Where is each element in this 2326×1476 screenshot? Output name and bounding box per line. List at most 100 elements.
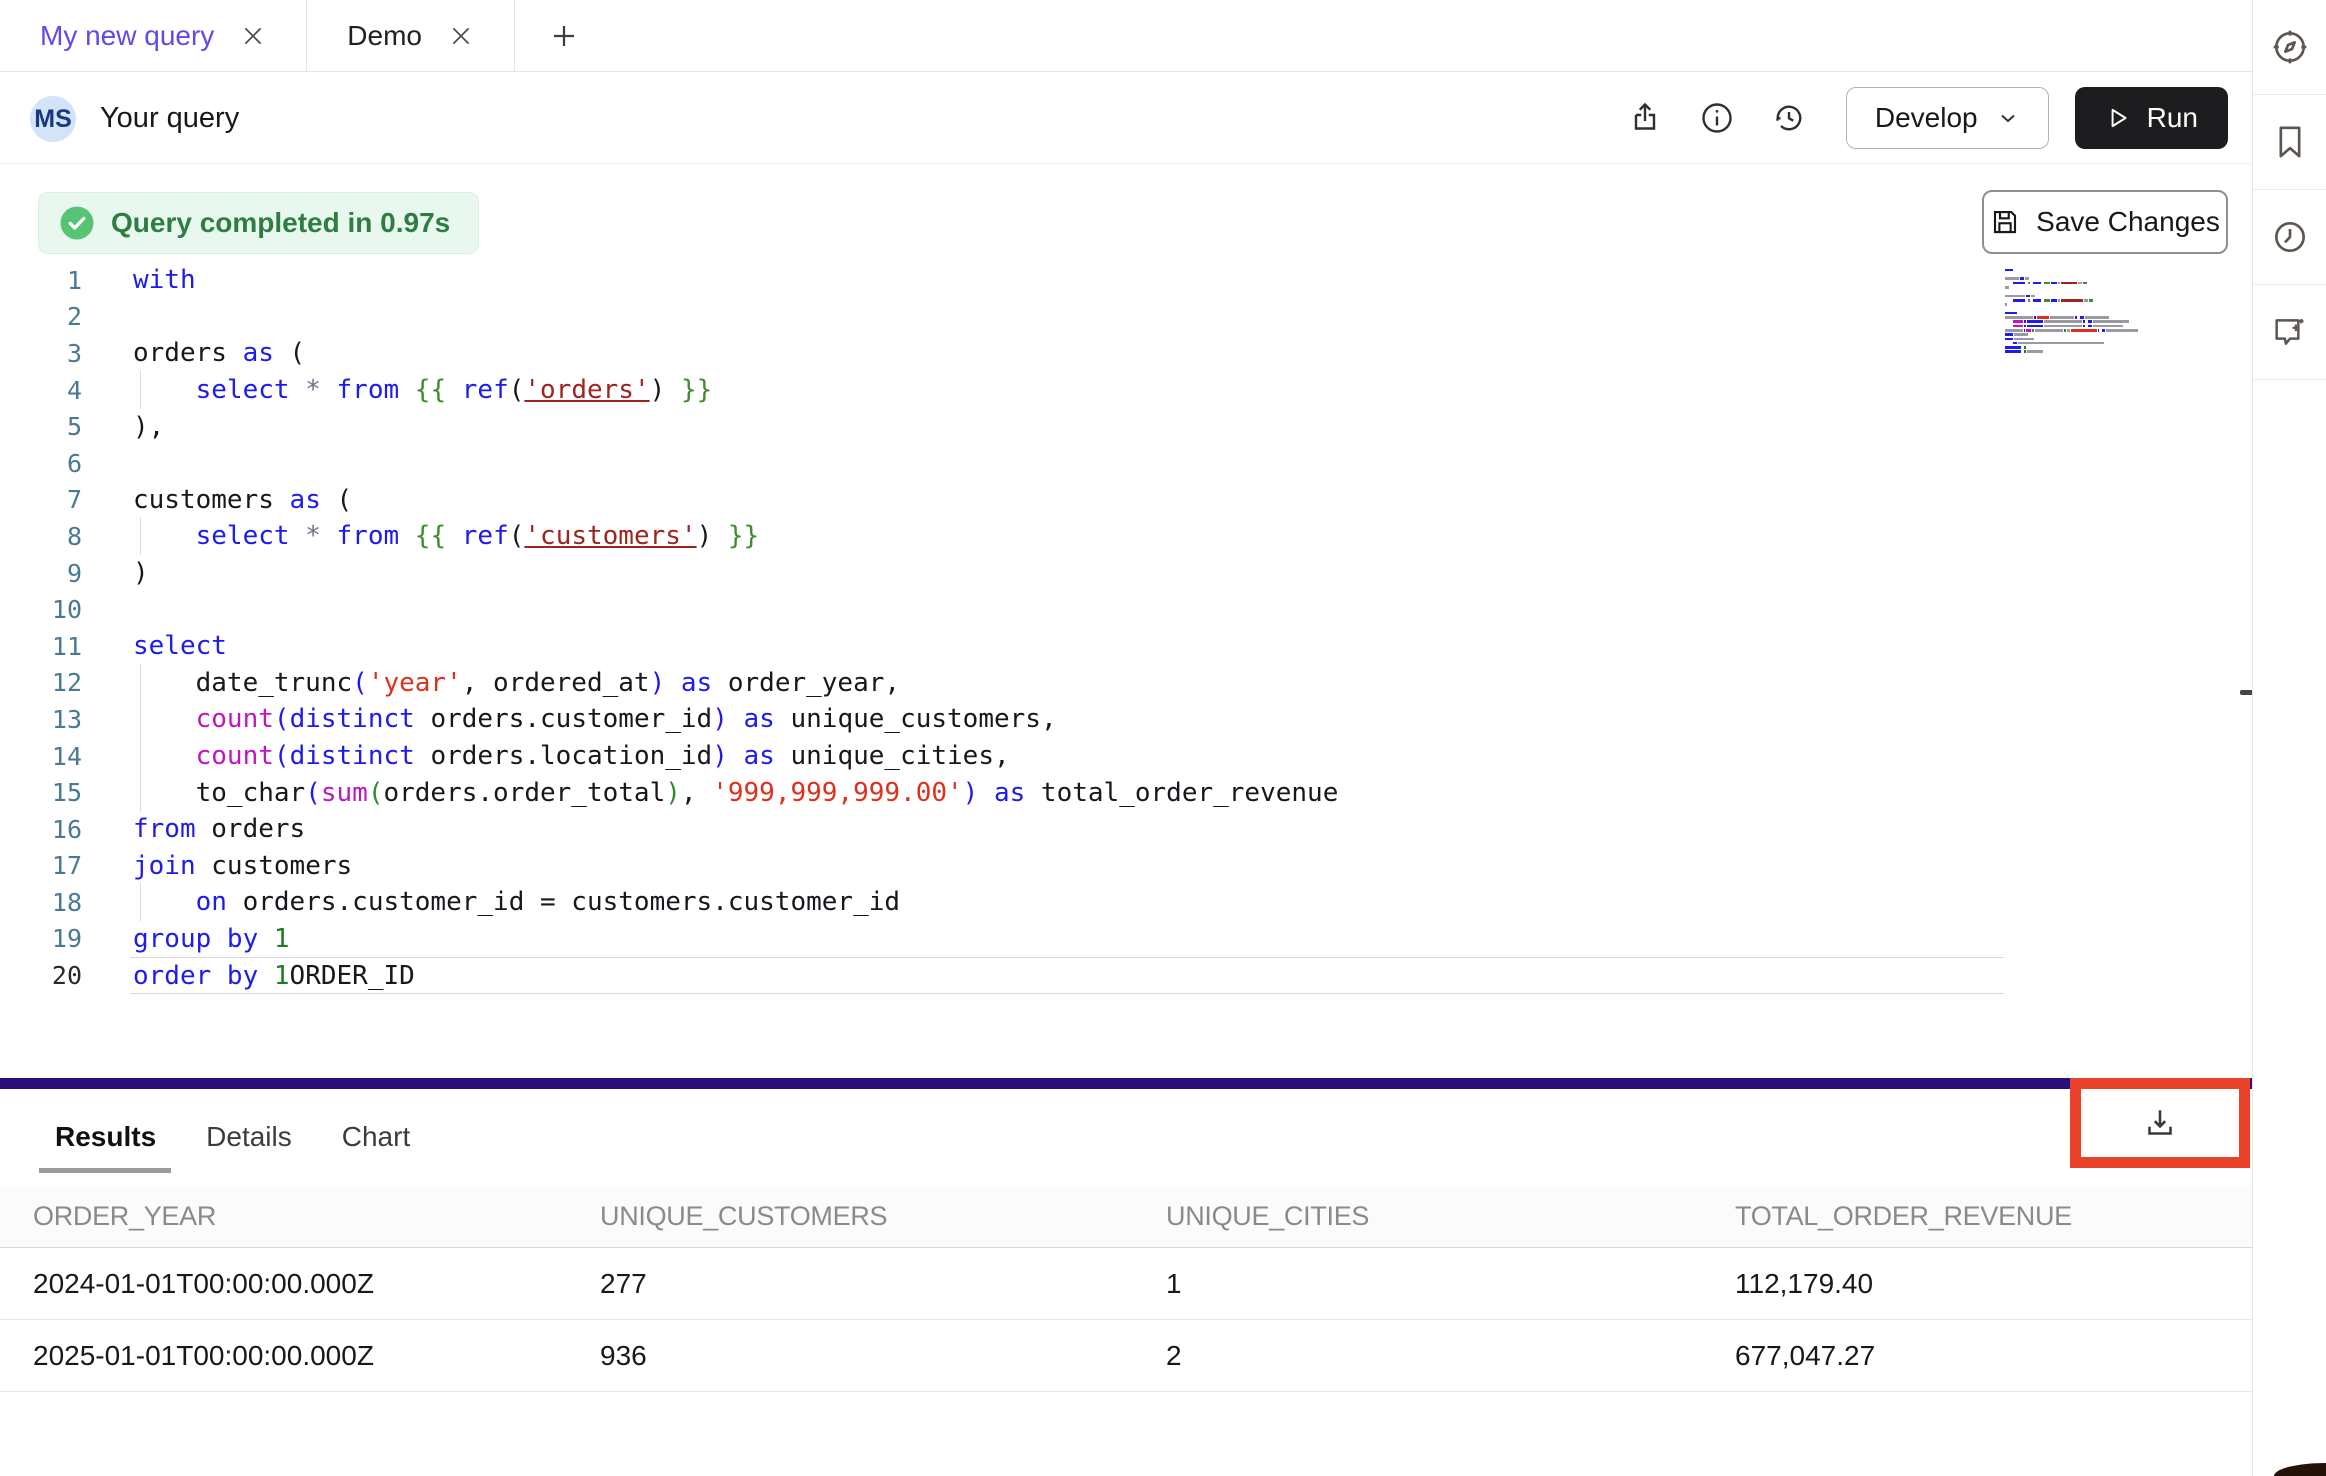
code-line-14[interactable]: 14 count(distinct orders.location_id) as… <box>0 738 2252 775</box>
save-changes-label: Save Changes <box>2036 206 2220 238</box>
minimap-token <box>2005 269 2013 272</box>
panel-resize-divider[interactable] <box>0 1078 2252 1089</box>
minimap-token <box>2027 320 2043 323</box>
minimap-token <box>2024 346 2026 349</box>
minimap-token <box>2024 320 2026 323</box>
code-token: select <box>196 375 290 405</box>
line-number: 2 <box>0 302 82 331</box>
code-token: orders <box>133 338 243 368</box>
results-tab-chart[interactable]: Chart <box>342 1121 410 1153</box>
code-token: ) <box>133 558 149 588</box>
code-line-5[interactable]: 5), <box>0 408 2252 445</box>
code-line-1[interactable]: 1with <box>0 262 2252 299</box>
minimap-token <box>2083 325 2085 328</box>
develop-dropdown[interactable]: Develop <box>1846 87 2049 149</box>
code-line-11[interactable]: 11select <box>0 628 2252 665</box>
code-token: 1 <box>274 961 290 991</box>
code-token: ) <box>650 668 666 698</box>
code-token: order by <box>133 961 258 991</box>
minimap-token <box>2028 282 2030 285</box>
new-tab-button[interactable] <box>515 0 613 71</box>
code-line-2[interactable]: 2 <box>0 299 2252 336</box>
code-token <box>133 375 196 405</box>
sidebar-item-explore[interactable] <box>2253 0 2326 95</box>
code-line-6[interactable]: 6 <box>0 445 2252 482</box>
code-line-13[interactable]: 13 count(distinct orders.customer_id) as… <box>0 701 2252 738</box>
code-line-16[interactable]: 16from orders <box>0 811 2252 848</box>
line-number: 7 <box>0 485 82 514</box>
minimap-token <box>2005 283 2013 284</box>
code-token: orders <box>196 814 306 844</box>
minimap-token <box>2061 282 2077 285</box>
minimap-token <box>2028 299 2030 302</box>
active-tab-underline <box>39 1168 171 1173</box>
chevron-down-icon <box>1996 106 2020 130</box>
line-content: on orders.customer_id = customers.custom… <box>133 887 900 917</box>
history-button[interactable] <box>1766 95 1812 141</box>
code-line-3[interactable]: 3orders as ( <box>0 335 2252 372</box>
download-results-button[interactable] <box>2142 1105 2178 1141</box>
minimap-token <box>2013 325 2023 328</box>
code-token: select <box>196 521 290 551</box>
minimap-token <box>2005 277 2019 280</box>
code-line-20[interactable]: 20order by 1ORDER_ID <box>0 957 2252 994</box>
line-number: 10 <box>0 595 82 624</box>
tab-close-button[interactable] <box>448 23 474 49</box>
code-token <box>290 521 306 551</box>
save-changes-button[interactable]: Save Changes <box>1982 190 2228 254</box>
code-line-17[interactable]: 17join customers <box>0 848 2252 885</box>
minimap-token <box>2026 329 2031 332</box>
minimap-token <box>2033 299 2041 302</box>
code-line-7[interactable]: 7customers as ( <box>0 482 2252 519</box>
minimap-token <box>2093 320 2129 323</box>
develop-label: Develop <box>1875 102 1978 134</box>
code-token <box>665 668 681 698</box>
sidebar-item-ai-chat[interactable] <box>2253 285 2326 380</box>
minimap-token <box>2005 295 2025 298</box>
minimap-token <box>2067 329 2070 332</box>
share-button[interactable] <box>1622 95 1668 141</box>
code-token <box>399 375 415 405</box>
table-cell: 2024-01-01T00:00:00.000Z <box>0 1248 567 1319</box>
code-line-12[interactable]: 12 date_trunc('year', ordered_at) as ord… <box>0 665 2252 702</box>
results-tab-results[interactable]: Results <box>55 1121 156 1153</box>
code-line-9[interactable]: 9) <box>0 555 2252 592</box>
code-token: customers <box>196 851 353 881</box>
code-token: order_year, <box>712 668 900 698</box>
minimap-token <box>2024 325 2026 328</box>
minimap-token <box>2084 299 2088 302</box>
sql-code-editor[interactable]: 1with 2 3orders as (4 select * from {{ ref… <box>0 262 2252 994</box>
minimap-token <box>2044 299 2050 302</box>
code-token: * <box>305 521 321 551</box>
sidebar-item-bookmarks[interactable] <box>2253 95 2326 190</box>
minimap-token <box>2005 316 2033 319</box>
run-button[interactable]: Run <box>2075 87 2228 149</box>
code-token: as <box>243 338 274 368</box>
tab-close-button[interactable] <box>240 23 266 49</box>
line-number: 8 <box>0 522 82 551</box>
code-line-15[interactable]: 15 to_char(sum(orders.order_total), '999… <box>0 774 2252 811</box>
code-token: ORDER_ID <box>290 961 415 991</box>
code-line-4[interactable]: 4 select * from {{ ref('orders') }} <box>0 372 2252 409</box>
query-status-text: Query completed in 0.97s <box>111 207 450 239</box>
editor-minimap[interactable] <box>2005 268 2139 358</box>
line-content: ), <box>133 412 164 442</box>
code-token: as <box>744 704 775 734</box>
compass-icon <box>2270 27 2310 67</box>
line-number: 18 <box>0 888 82 917</box>
results-tab-details[interactable]: Details <box>206 1121 292 1153</box>
minimap-token <box>2083 320 2085 323</box>
code-line-19[interactable]: 19group by 1 <box>0 921 2252 958</box>
minimap-token <box>2013 282 2025 285</box>
editor-tab-demo[interactable]: Demo <box>307 0 515 71</box>
results-table-header: ORDER_YEARUNIQUE_CUSTOMERSUNIQUE_CITIEST… <box>0 1185 2252 1248</box>
sidebar-item-history[interactable] <box>2253 190 2326 285</box>
minimap-token <box>2088 320 2092 323</box>
code-token: 'orders' <box>524 375 649 405</box>
info-button[interactable] <box>1694 95 1740 141</box>
code-line-8[interactable]: 8 select * from {{ ref('customers') }} <box>0 518 2252 555</box>
editor-tab-my-new-query[interactable]: My new query <box>0 0 307 71</box>
code-line-10[interactable]: 10 <box>0 591 2252 628</box>
code-line-18[interactable]: 18 on orders.customer_id = customers.cus… <box>0 884 2252 921</box>
line-content: order by 1ORDER_ID <box>133 961 415 991</box>
